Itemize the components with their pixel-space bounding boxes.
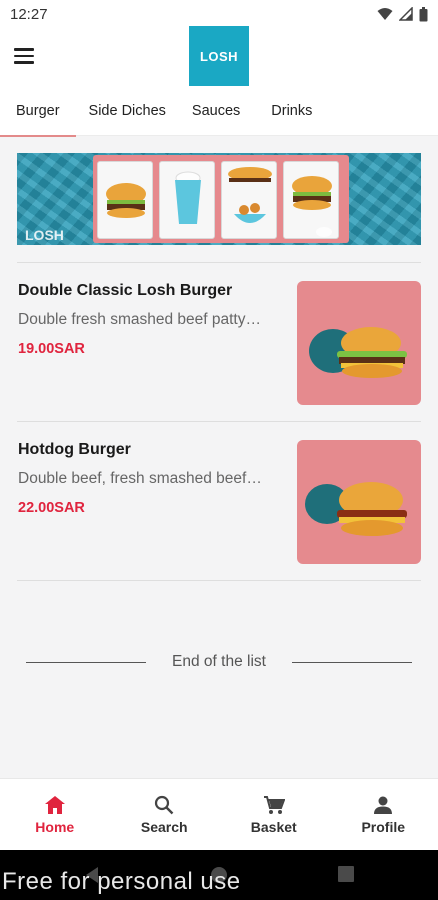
tab-label: Burger [16,102,60,119]
nav-basket[interactable]: Basket [219,779,329,850]
wifi-icon [377,8,393,20]
item-image [297,281,421,405]
search-icon [155,795,174,814]
promo-banner[interactable]: LOSH [17,153,421,245]
combo-image [228,167,272,223]
watermark-text: Free for personal use [2,868,241,895]
system-nav-bar: Free for personal use [0,850,438,900]
burger-image [106,183,146,218]
banner-logo: LOSH [25,227,64,243]
item-name: Double Classic Losh Burger [18,282,233,299]
nav-search[interactable]: Search [110,779,220,850]
item-name: Hotdog Burger [18,441,131,458]
item-price: 22.00SAR [18,500,85,516]
app-bar: LOSH [0,26,438,86]
person-icon [374,796,393,814]
item-description: Double beef, fresh smashed beef… [18,470,262,487]
list-item[interactable]: Double Classic Losh Burger Double fresh … [17,263,421,421]
brand-logo: LOSH [189,26,249,86]
status-bar: 12:27 [0,0,438,28]
home-icon [44,795,65,814]
status-icons [377,6,428,22]
nav-profile[interactable]: Profile [329,779,438,850]
item-description: Double fresh smashed beef patty… [18,311,261,328]
tab-label: Drinks [271,102,313,119]
milkshake-image [175,171,201,224]
divider [17,580,421,581]
logo-text: LOSH [199,48,239,64]
burger-image [305,482,407,536]
banner-shake-card [159,161,215,239]
nav-label: Search [140,818,188,835]
banner-burger-card-2 [283,161,339,239]
menu-icon[interactable] [14,44,38,68]
end-of-list-text: End of the list [172,653,266,670]
tab-drinks[interactable]: Drinks [271,86,312,136]
cart-icon [263,795,285,814]
status-time: 12:27 [10,5,48,23]
nav-label: Basket [250,818,297,835]
banner-combo-card [221,161,277,239]
tab-label: Sauces [191,102,241,119]
category-tabs: Burger Side Diches Sauces Drinks [0,86,438,137]
item-price: 19.00SAR [18,341,85,357]
list-item[interactable]: Hotdog Burger Double beef, fresh smashed… [17,422,421,580]
divider [26,661,147,663]
item-image [297,440,421,564]
recents-icon[interactable] [338,866,354,882]
nav-label: Home [35,818,75,835]
bottom-nav: Home Search Basket Profile [0,778,438,850]
battery-icon [419,6,428,21]
tab-sauces[interactable]: Sauces [192,86,240,136]
banner-burger-card [97,161,153,239]
nav-label: Profile [361,818,406,835]
tab-side-diches[interactable]: Side Diches [89,86,166,136]
divider [291,661,413,663]
burger-image [292,176,332,237]
burger-image [309,327,407,378]
nav-home[interactable]: Home [0,779,110,850]
menu-list: Double Classic Losh Burger Double fresh … [17,262,421,581]
signal-icon [399,7,413,21]
end-of-list: End of the list [26,650,413,674]
tab-label: Side Diches [88,102,166,119]
banner-product-panel [93,155,349,243]
tab-burger[interactable]: Burger [0,86,75,137]
